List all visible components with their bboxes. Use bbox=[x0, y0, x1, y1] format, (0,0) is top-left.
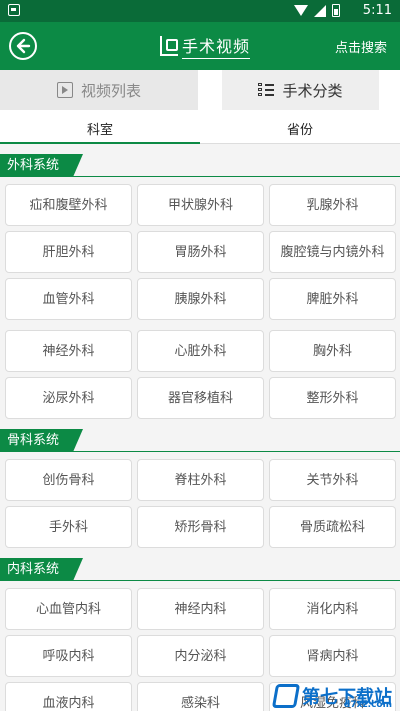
category-item[interactable]: 脊柱外科 bbox=[137, 459, 264, 501]
tab-video-list-label: 视频列表 bbox=[80, 81, 141, 100]
status-time: 5:11 bbox=[362, 3, 392, 18]
search-button[interactable]: 点击搜索 bbox=[335, 37, 387, 56]
category-item[interactable]: 创伤骨科 bbox=[5, 459, 132, 501]
category-item[interactable]: 手外科 bbox=[5, 506, 132, 548]
download-icon bbox=[8, 4, 20, 16]
category-item[interactable]: 骨质疏松科 bbox=[269, 506, 396, 548]
tab-surgery-category-label: 手术分类 bbox=[282, 81, 343, 100]
category-item[interactable]: 神经外科 bbox=[5, 330, 132, 372]
category-item[interactable]: 感染科 bbox=[137, 682, 264, 711]
battery-icon bbox=[332, 4, 340, 17]
category-item[interactable]: 内分泌科 bbox=[137, 635, 264, 677]
app-bar: 手术视频 点击搜索 bbox=[0, 22, 400, 70]
section-header: 内科系统 bbox=[0, 554, 400, 584]
category-item[interactable]: 肝胆外科 bbox=[5, 231, 132, 273]
section-grid: 疝和腹壁外科 甲状腺外科 乳腺外科 肝胆外科 胃肠外科 腹腔镜与内镜外科 血管外… bbox=[0, 180, 400, 419]
category-item[interactable]: 泌尿外科 bbox=[5, 377, 132, 419]
tab-province[interactable]: 省份 bbox=[200, 114, 400, 144]
title-wrap: 手术视频 bbox=[160, 33, 251, 59]
category-item[interactable]: 关节外科 bbox=[269, 459, 396, 501]
section-title: 外科系统 bbox=[0, 154, 84, 177]
watermark-url: d7xz.com bbox=[343, 700, 392, 710]
category-item[interactable]: 脾脏外科 bbox=[269, 278, 396, 320]
watermark: 第七下载站 d7xz.com bbox=[271, 683, 392, 710]
category-item[interactable]: 疝和腹壁外科 bbox=[5, 184, 132, 226]
signal-icon bbox=[314, 4, 326, 17]
category-item[interactable]: 胸外科 bbox=[269, 330, 396, 372]
sub-tabs: 科室 省份 bbox=[0, 114, 400, 144]
status-icons bbox=[294, 4, 340, 17]
watermark-logo-icon bbox=[271, 684, 301, 708]
tab-video-list[interactable]: 视频列表 bbox=[0, 70, 198, 110]
category-item[interactable]: 胃肠外科 bbox=[137, 231, 264, 273]
section-title: 内科系统 bbox=[0, 558, 84, 581]
category-item[interactable]: 神经内科 bbox=[137, 588, 264, 630]
category-list: 外科系统 疝和腹壁外科 甲状腺外科 乳腺外科 肝胆外科 胃肠外科 腹腔镜与内镜外… bbox=[0, 144, 400, 711]
category-item[interactable]: 呼吸内科 bbox=[5, 635, 132, 677]
category-item[interactable]: 整形外科 bbox=[269, 377, 396, 419]
status-bar: 5:11 bbox=[0, 0, 400, 22]
tab-department[interactable]: 科室 bbox=[0, 114, 200, 144]
category-item[interactable]: 肾病内科 bbox=[269, 635, 396, 677]
section-grid: 创伤骨科 脊柱外科 关节外科 手外科 矫形骨科 骨质疏松科 bbox=[0, 455, 400, 548]
category-item[interactable]: 腹腔镜与内镜外科 bbox=[269, 231, 396, 273]
category-item[interactable]: 血液内科 bbox=[5, 682, 132, 711]
section-header: 骨科系统 bbox=[0, 425, 400, 455]
category-item[interactable]: 器官移植科 bbox=[137, 377, 264, 419]
app-logo-icon bbox=[160, 36, 178, 56]
back-button[interactable] bbox=[9, 32, 37, 60]
section-title: 骨科系统 bbox=[0, 429, 84, 452]
category-item[interactable]: 甲状腺外科 bbox=[137, 184, 264, 226]
wifi-icon bbox=[294, 5, 308, 16]
category-item[interactable]: 矫形骨科 bbox=[137, 506, 264, 548]
category-item[interactable]: 心脏外科 bbox=[137, 330, 264, 372]
video-icon bbox=[56, 82, 73, 98]
list-icon bbox=[258, 83, 275, 97]
category-item[interactable]: 血管外科 bbox=[5, 278, 132, 320]
category-item[interactable]: 消化内科 bbox=[269, 588, 396, 630]
section-header: 外科系统 bbox=[0, 150, 400, 180]
arrow-left-icon bbox=[16, 38, 31, 54]
mode-tabs: 视频列表 手术分类 bbox=[0, 70, 400, 114]
category-item[interactable]: 心血管内科 bbox=[5, 588, 132, 630]
category-item[interactable]: 胰腺外科 bbox=[137, 278, 264, 320]
tab-surgery-category[interactable]: 手术分类 bbox=[222, 70, 379, 110]
category-item[interactable]: 乳腺外科 bbox=[269, 184, 396, 226]
page-title: 手术视频 bbox=[182, 33, 251, 59]
